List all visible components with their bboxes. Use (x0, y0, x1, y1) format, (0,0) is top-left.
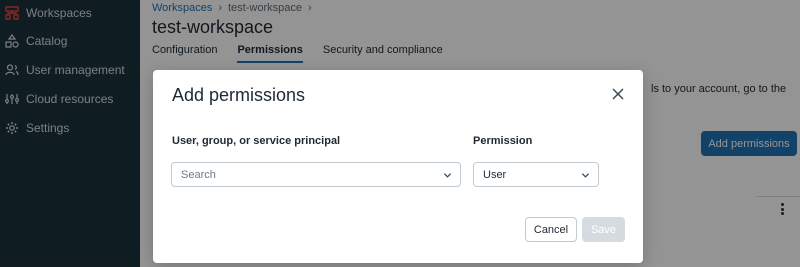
cancel-button[interactable]: Cancel (525, 217, 577, 242)
chevron-down-icon (581, 173, 590, 178)
principal-field-label: User, group, or service principal (172, 135, 341, 147)
principal-search-placeholder: Search (181, 168, 216, 181)
close-icon[interactable] (611, 87, 625, 101)
add-permissions-dialog: Add permissions User, group, or service … (153, 70, 643, 263)
permission-select[interactable]: User (473, 162, 599, 187)
permission-select-value: User (483, 168, 507, 181)
dialog-title: Add permissions (172, 85, 306, 105)
save-button[interactable]: Save (582, 217, 625, 242)
principal-search-select[interactable]: Search (171, 162, 461, 187)
chevron-down-icon (443, 173, 452, 178)
permission-field-label: Permission (473, 135, 533, 147)
